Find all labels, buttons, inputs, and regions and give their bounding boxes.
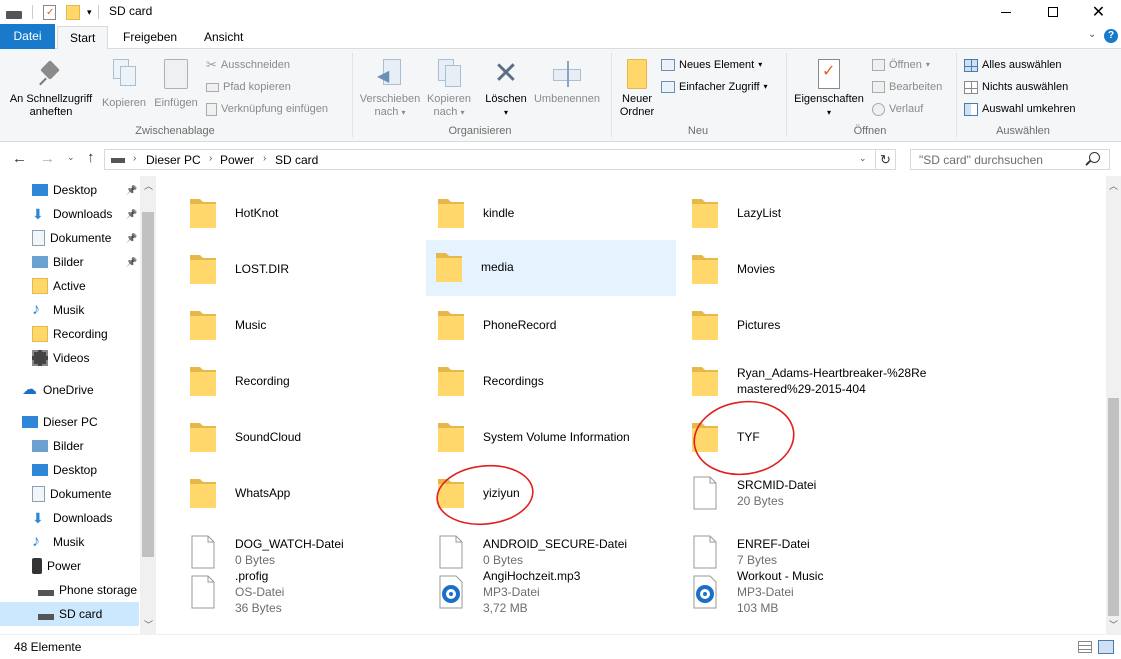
annotation-overlay — [436, 400, 795, 526]
scroll-down-icon[interactable]: ﹀ — [1109, 618, 1118, 631]
annotation-circle-yiziyun — [436, 464, 534, 526]
content-scrollbar[interactable]: ︿ ﹀ — [1106, 176, 1121, 634]
item-count: 48 Elemente — [14, 640, 82, 654]
scroll-up-icon[interactable]: ︿ — [1109, 179, 1118, 192]
tiles-view-icon[interactable] — [1098, 640, 1114, 654]
annotation-circle-tyf — [693, 400, 795, 476]
scroll-thumb[interactable] — [1108, 398, 1119, 616]
status-bar: 48 Elemente — [0, 634, 1121, 659]
details-view-icon[interactable] — [1078, 641, 1092, 653]
